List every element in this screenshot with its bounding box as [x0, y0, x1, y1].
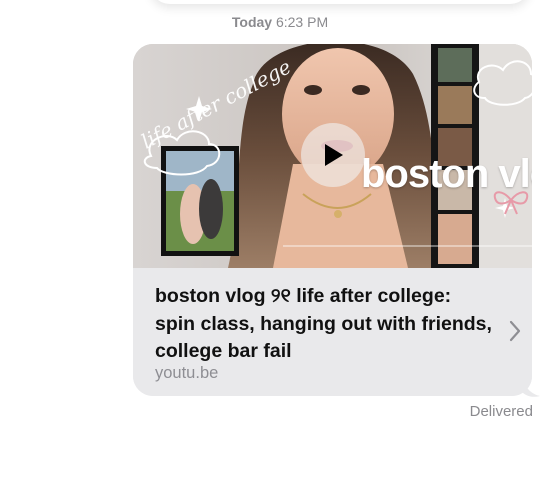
previous-bubble-edge [150, 0, 530, 4]
link-preview-caption[interactable]: boston vlog ୨୧ life after college: spin … [133, 268, 532, 396]
delivery-status: Delivered [469, 403, 533, 420]
timestamp-time: 6:23 PM [275, 14, 329, 30]
message-timestamp: Today 6:23 PM [0, 14, 560, 30]
link-preview-domain: youtu.be [155, 364, 219, 382]
video-thumbnail[interactable]: life after college boston vlog [133, 44, 532, 268]
link-preview-bubble[interactable]: life after college boston vlog boston vl… [133, 44, 532, 396]
bow-icon [493, 191, 529, 215]
bubble-tail [522, 376, 540, 397]
link-preview-title: boston vlog ୨୧ life after college: spin … [155, 285, 492, 362]
timestamp-day: Today [231, 14, 273, 30]
chevron-right-icon [509, 320, 521, 342]
play-button[interactable] [301, 123, 365, 187]
play-icon [325, 144, 343, 166]
